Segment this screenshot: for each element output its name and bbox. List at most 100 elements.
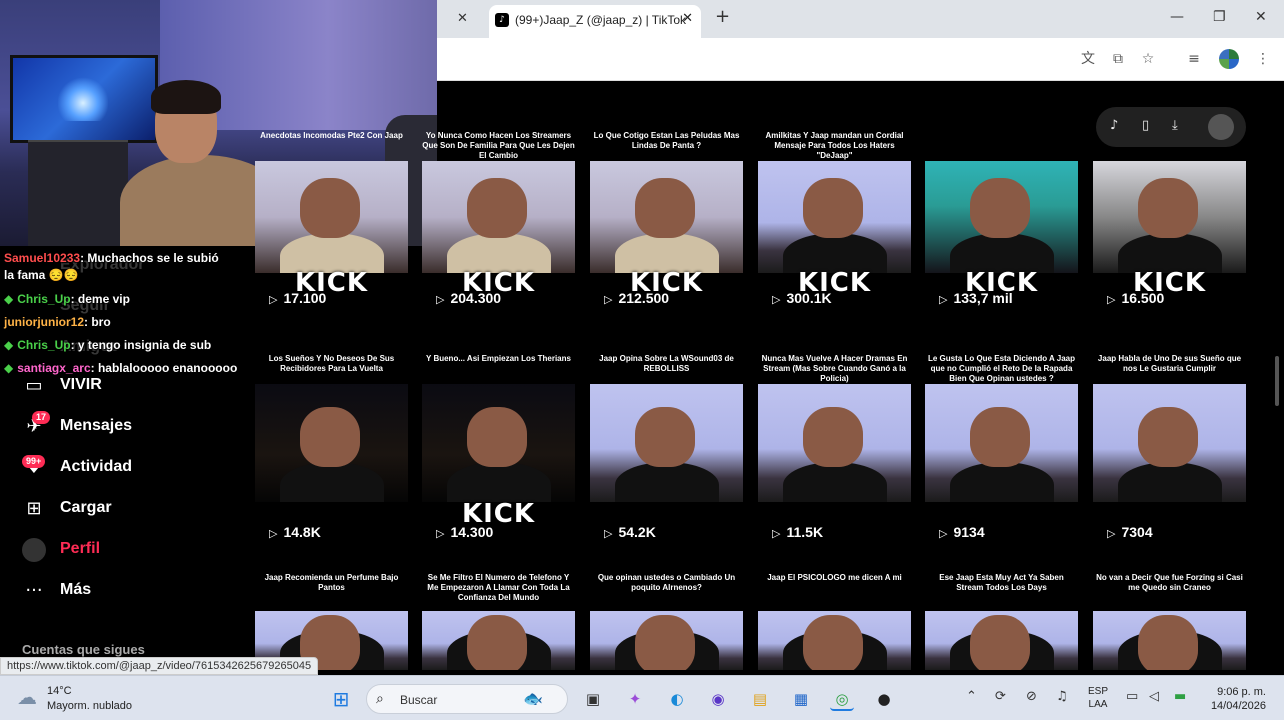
windows-start-icon[interactable]: ⊞ (329, 687, 353, 711)
sidebar-item-upload[interactable]: ⊞ Cargar (20, 495, 240, 525)
video-card[interactable]: No van a Decir Que fue Forzing si Casi m… (1093, 573, 1246, 678)
video-card[interactable]: KICK ▷ 133,7 mil (925, 81, 1078, 321)
video-card[interactable]: Amilkitas Y Jaap mandan un Cordial Mensa… (758, 81, 911, 321)
video-thumbnail[interactable] (1093, 161, 1246, 273)
video-card[interactable]: Le Gusta Lo Que Esta Diciendo A Jaap que… (925, 349, 1078, 589)
video-card[interactable]: Se Me Filtro El Numero de Telefono Y Me … (422, 573, 575, 678)
taskbar-clock[interactable]: 9:06 p. m. 14/04/2026 (1208, 685, 1266, 713)
maximize-button[interactable]: ❐ (1213, 9, 1226, 25)
network-off-icon[interactable]: ⊘ (1026, 689, 1037, 704)
media-controls-icon[interactable]: ≡ (1185, 50, 1203, 68)
person-figure (803, 178, 863, 238)
sidebar-item-more[interactable]: ··· Más (20, 577, 240, 607)
edge-icon[interactable]: ◐ (665, 687, 689, 711)
sidebar-item-live[interactable]: ▭ VIVIR (20, 372, 240, 402)
download-icon[interactable]: ⤓ (1172, 118, 1178, 133)
chat-username: Chris_Up (17, 338, 71, 352)
sidebar-item-label: Mensajes (60, 417, 133, 434)
chrome-icon[interactable]: ◎ (830, 687, 854, 711)
tab-tiktok[interactable]: ♪ (99+)Jaap_Z (@jaap_z) | TikTok ✕ (489, 5, 701, 38)
person-figure (970, 178, 1030, 238)
video-thumbnail[interactable] (925, 611, 1078, 670)
video-thumbnail[interactable] (590, 611, 743, 670)
video-card[interactable]: Los Sueños Y No Deseos De Sus Recibidore… (255, 349, 408, 589)
sidebar-item-messages[interactable]: ✈ 17 Mensajes (20, 411, 240, 443)
keyboard-language[interactable]: ESP LAA (1088, 685, 1108, 711)
play-icon: ▷ (604, 293, 613, 306)
upload-icon: ⊞ (26, 498, 42, 519)
play-icon: ▷ (939, 527, 948, 540)
video-thumbnail[interactable] (255, 384, 408, 502)
search-placeholder: Buscar (400, 693, 438, 707)
microphone-icon[interactable]: ♫ (1056, 689, 1068, 704)
cloudy-weather-icon[interactable]: ☁ (17, 685, 37, 709)
weather-description[interactable]: Mayorm. nublado (47, 700, 132, 712)
tab-close-icon[interactable]: ✕ (682, 11, 693, 26)
video-thumbnail[interactable] (925, 161, 1078, 273)
chat-message: ◆ santiagx_arc: hablalooooo enanooooo (4, 361, 237, 375)
video-thumbnail[interactable] (422, 384, 575, 502)
video-caption: Ese Jaap Esta Muy Act Ya Saben Stream To… (939, 573, 1064, 592)
battery-icon[interactable]: ▬ (1174, 689, 1186, 704)
video-thumbnail[interactable] (1093, 611, 1246, 670)
view-count: ▷ 300.1K (772, 290, 832, 306)
weather-temperature[interactable]: 14°C (47, 685, 72, 697)
video-thumbnail[interactable] (758, 384, 911, 502)
video-thumbnail[interactable] (758, 161, 911, 273)
chevron-up-icon[interactable]: ⌃ (966, 689, 977, 704)
video-thumbnail[interactable] (925, 384, 1078, 502)
copilot-icon[interactable]: ✦ (623, 687, 647, 711)
person-figure (467, 615, 527, 670)
taskbar-search[interactable]: ⌕ Buscar 🐟 (366, 684, 568, 714)
minimize-button[interactable]: — (1170, 9, 1184, 25)
view-count: ▷ 7304 (1107, 524, 1153, 540)
app-icon[interactable]: ◉ (706, 687, 730, 711)
video-thumbnail[interactable] (758, 611, 911, 670)
video-caption: Jaap Opina Sobre La WSound03 de REBOLLIS… (599, 354, 734, 373)
task-view-icon[interactable]: ▣ (581, 687, 605, 711)
video-thumbnail[interactable] (590, 384, 743, 502)
video-thumbnail[interactable] (1093, 384, 1246, 502)
bookmark-star-icon[interactable]: ☆ (1139, 50, 1157, 68)
video-card[interactable]: Y Bueno... Asi Empiezan Los Therians KICK… (422, 349, 575, 589)
video-caption: Jaap Habla de Uno De sus Sueño que nos L… (1097, 354, 1242, 373)
video-card[interactable]: Jaap El PSICOLOGO me dicen A mi (758, 573, 911, 678)
video-card[interactable]: Que opinan ustedes o Cambiado Un poquito… (590, 573, 743, 678)
avatar[interactable] (1208, 114, 1234, 140)
cast-icon[interactable]: ⧉ (1109, 50, 1127, 68)
view-count: ▷ 17.100 (269, 290, 326, 306)
store-icon[interactable]: ▦ (789, 687, 813, 711)
page-scrollbar[interactable] (1275, 356, 1279, 406)
video-grid: Anecdotas Incomodas Pte2 Con Jaap KICK ▷ 17… (255, 81, 1258, 678)
play-icon: ▷ (939, 293, 948, 306)
translate-icon[interactable]: 文 (1079, 50, 1097, 68)
sidebar-item-profile[interactable]: Perfil (20, 536, 240, 566)
profile-avatar[interactable] (1219, 49, 1239, 69)
view-count: ▷ 16.500 (1107, 290, 1164, 306)
sub-badge-icon: ◆ (4, 292, 14, 306)
new-tab-button[interactable]: + (715, 6, 730, 27)
person-figure (803, 615, 863, 670)
close-icon[interactable]: ✕ (457, 11, 468, 26)
file-explorer-icon[interactable]: ▤ (748, 687, 772, 711)
window-close-button[interactable]: ✕ (1255, 9, 1267, 25)
display-icon[interactable]: ▭ (1126, 689, 1138, 704)
video-card[interactable]: Jaap Opina Sobre La WSound03 de REBOLLIS… (590, 349, 743, 589)
video-thumbnail[interactable] (590, 161, 743, 273)
video-card[interactable]: Yo Nunca Como Hacen Los Streamers Que So… (422, 81, 575, 321)
video-card[interactable]: Ese Jaap Esta Muy Act Ya Saben Stream To… (925, 573, 1078, 678)
video-thumbnail[interactable] (422, 611, 575, 670)
video-card[interactable]: Lo Que Cotigo Estan Las Peludas Mas Lind… (590, 81, 743, 321)
video-card[interactable]: Anecdotas Incomodas Pte2 Con Jaap KICK ▷ 17… (255, 81, 408, 321)
video-thumbnail[interactable] (255, 161, 408, 273)
sync-icon[interactable]: ⟳ (995, 689, 1006, 704)
menu-dots-icon[interactable]: ⋮ (1254, 50, 1272, 68)
obs-icon[interactable]: ● (872, 687, 896, 711)
video-card[interactable]: Jaap Habla de Uno De sus Sueño que nos L… (1093, 349, 1246, 589)
phone-icon[interactable]: ▯ (1142, 118, 1149, 133)
tiktok-icon[interactable]: ♪ (1110, 118, 1118, 133)
video-card[interactable]: Nunca Mas Vuelve A Hacer Dramas En Strea… (758, 349, 911, 589)
sidebar-item-activity[interactable]: ♥ 99+ Actividad (20, 454, 240, 484)
video-thumbnail[interactable] (422, 161, 575, 273)
volume-icon[interactable]: ◁ (1149, 689, 1159, 704)
